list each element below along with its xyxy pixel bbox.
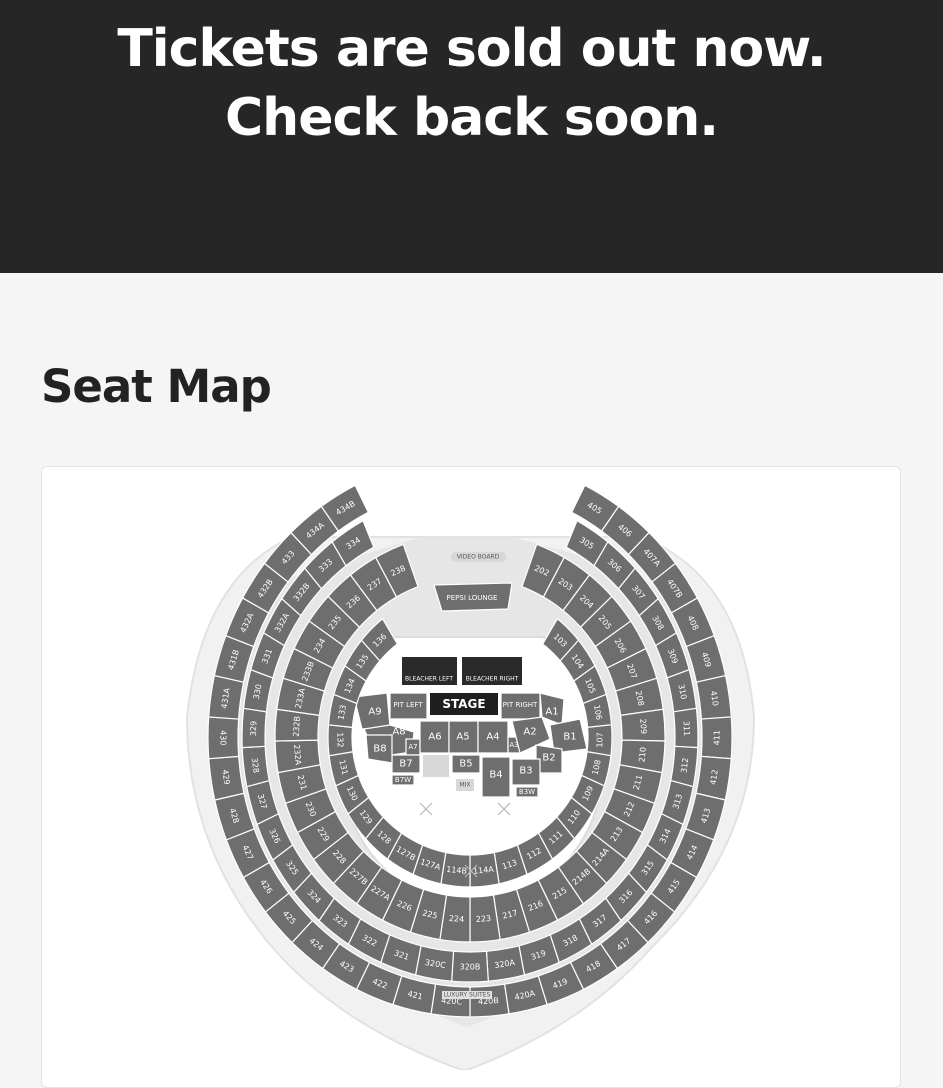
section-label-209: 209 [638, 718, 648, 734]
a1-label: A1 [545, 707, 558, 718]
b4-label: B4 [489, 770, 502, 781]
sold-out-line-2: Check back soon. [225, 88, 719, 148]
bleacher-left-label: BLEACHER LEFT [405, 676, 453, 683]
luxury-suites-label: LUXURY SUITES [444, 992, 491, 999]
b7-label: B7 [399, 759, 412, 770]
a9-label: A9 [368, 707, 381, 718]
sold-out-banner: Tickets are sold out now. Check back soo… [0, 0, 943, 273]
b5-label: B5 [459, 759, 472, 770]
sold-out-line-1: Tickets are sold out now. [117, 19, 826, 79]
video-board-label: VIDEO BOARD [457, 554, 500, 561]
b3w-label: B3W [519, 788, 535, 796]
a7-label: A7 [408, 743, 417, 751]
b8-label: B8 [373, 744, 386, 755]
seat-map[interactable]: VIDEO BOARD PEPSI LOUNGE BLEACHER LEFT B… [42, 467, 900, 1070]
a2-label: A2 [523, 727, 536, 738]
section-label-320b: 320B [460, 963, 481, 972]
floor-blank-square [423, 755, 449, 777]
mix-label: MIX [459, 782, 470, 789]
b2-label: B2 [542, 753, 555, 764]
a4-label: A4 [486, 732, 499, 743]
section-label-107: 107 [595, 732, 604, 747]
sold-out-message: Tickets are sold out now. Check back soo… [0, 15, 943, 153]
b3-label: B3 [519, 766, 532, 777]
b7w-label: B7W [395, 776, 411, 784]
section-label-329: 329 [249, 721, 259, 737]
pit-left-label: PIT LEFT [393, 701, 423, 709]
section-label-430: 430 [218, 730, 227, 745]
pit-right-label: PIT RIGHT [503, 701, 538, 709]
section-label-232b: 232B [292, 716, 302, 737]
section-label-312: 312 [679, 757, 690, 773]
stage-label: STAGE [442, 697, 485, 711]
section-label-223: 223 [475, 914, 491, 924]
a6-label: A6 [428, 732, 441, 743]
seat-map-card: VIDEO BOARD PEPSI LOUNGE BLEACHER LEFT B… [41, 466, 901, 1088]
seat-map-title: Seat Map [41, 360, 272, 413]
section-label-132: 132 [335, 732, 344, 747]
section-label-210: 210 [637, 747, 647, 763]
b1-label: B1 [563, 732, 576, 743]
section-label-411: 411 [712, 730, 721, 745]
a5-label: A5 [456, 732, 469, 743]
section-label-328: 328 [250, 757, 261, 773]
section-label-224: 224 [449, 914, 465, 924]
bleacher-right-label: BLEACHER RIGHT [466, 676, 519, 683]
a8-label: A8 [392, 727, 405, 738]
pepsi-lounge-label: PEPSI LOUNGE [447, 594, 498, 602]
section-label-311: 311 [682, 721, 692, 737]
